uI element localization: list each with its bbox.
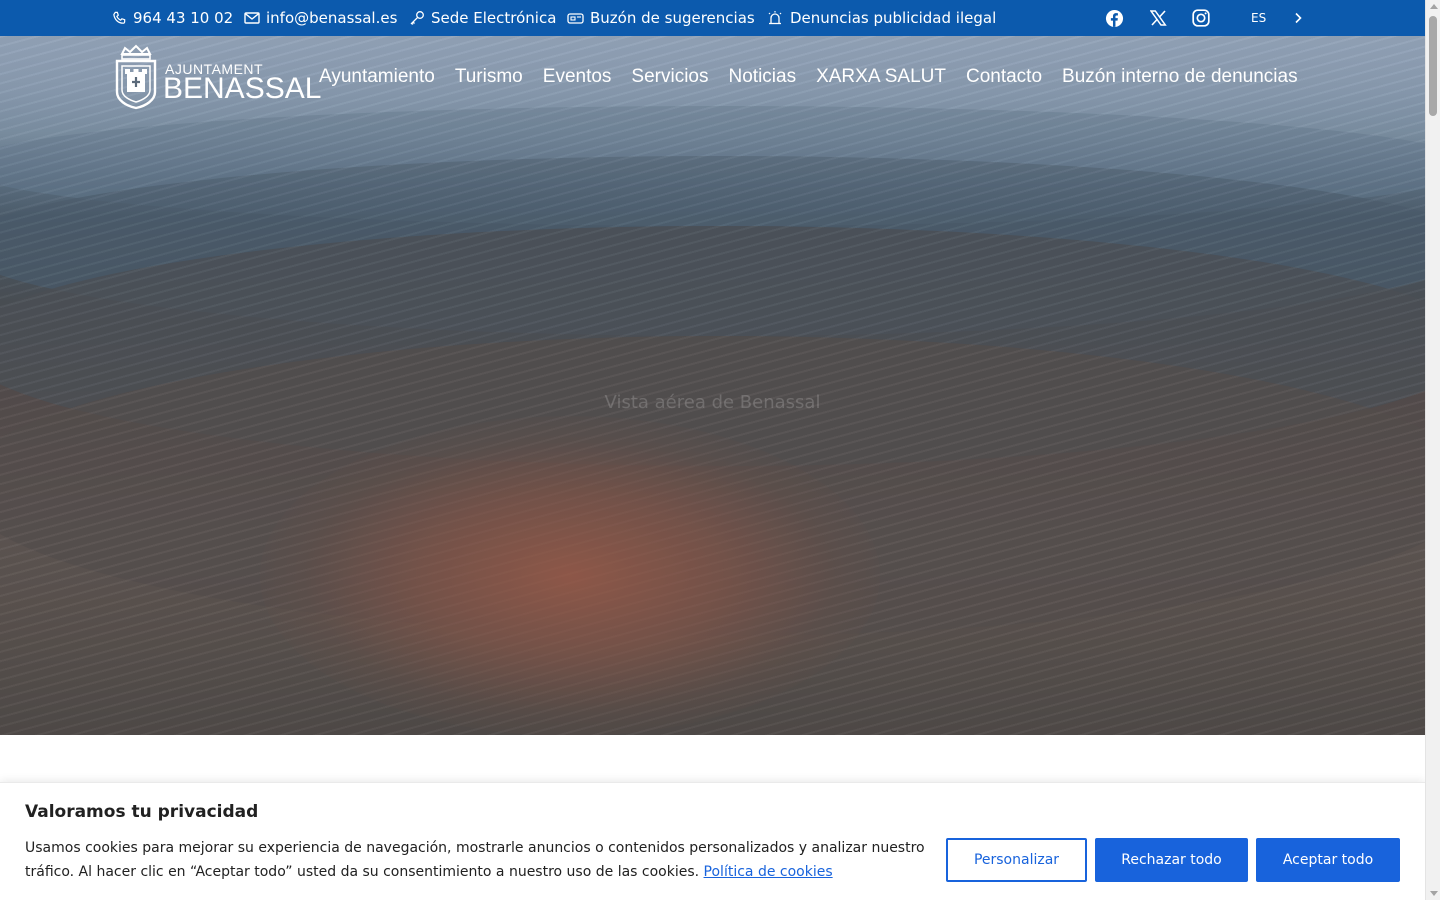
customize-button[interactable]: Personalizar <box>946 838 1087 882</box>
phone-text: 964 43 10 02 <box>133 9 234 27</box>
coat-of-arms-icon <box>115 44 157 110</box>
denuncias-text: Denuncias publicidad ilegal <box>790 9 997 27</box>
scroll-thumb[interactable] <box>1429 16 1437 116</box>
buzon-text: Buzón de sugerencias <box>590 9 755 27</box>
mailbox-icon <box>567 13 584 24</box>
cookie-description: Usamos cookies para mejorar su experienc… <box>25 836 940 884</box>
nav-item-noticias[interactable]: Noticias <box>719 62 807 92</box>
nav-item-contacto[interactable]: Contacto <box>956 62 1052 92</box>
main-navigation: Ayuntamiento Turismo Eventos Servicios N… <box>309 62 1308 92</box>
facebook-link[interactable] <box>1104 8 1124 28</box>
chevron-right-icon <box>1295 12 1302 24</box>
email-text: info@benassal.es <box>266 9 398 27</box>
key-icon <box>410 11 424 25</box>
facebook-icon <box>1105 9 1123 27</box>
scroll-down-arrow-icon[interactable] <box>1430 891 1438 896</box>
instagram-icon <box>1192 9 1210 27</box>
reject-all-button[interactable]: Rechazar todo <box>1095 838 1248 882</box>
sede-text: Sede Electrónica <box>431 9 557 27</box>
nav-item-eventos[interactable]: Eventos <box>533 62 622 92</box>
top-utility-bar: 964 43 10 02 info@benassal.es Sede Elect… <box>0 0 1425 36</box>
sede-link[interactable]: Sede Electrónica <box>409 0 556 36</box>
accept-all-button[interactable]: Aceptar todo <box>1256 838 1400 882</box>
nav-item-xarxa-salut[interactable]: XARXA SALUT <box>806 62 956 92</box>
instagram-link[interactable] <box>1191 8 1211 28</box>
logo-title: BENASSAL <box>163 72 322 105</box>
page-scrollbar[interactable] <box>1425 0 1440 900</box>
town-area <box>260 416 880 735</box>
nav-item-turismo[interactable]: Turismo <box>445 62 533 92</box>
scroll-up-arrow-icon[interactable] <box>1430 4 1438 9</box>
language-selector[interactable]: ES <box>1251 0 1266 36</box>
x-link[interactable] <box>1148 8 1168 28</box>
hero-image: Vista aérea de Benassal <box>0 36 1425 735</box>
email-link[interactable]: info@benassal.es <box>244 0 397 36</box>
mail-icon <box>244 12 260 24</box>
denuncias-link[interactable]: Denuncias publicidad ilegal <box>766 0 996 36</box>
language-next-button[interactable] <box>1293 0 1303 36</box>
nav-item-buzon-interno[interactable]: Buzón interno de denuncias <box>1052 62 1308 92</box>
cookie-policy-link[interactable]: Política de cookies <box>704 864 833 880</box>
buzon-link[interactable]: Buzón de sugerencias <box>567 0 755 36</box>
cookie-title: Valoramos tu privacidad <box>25 802 259 822</box>
phone-icon <box>113 11 126 24</box>
language-label: ES <box>1251 11 1267 25</box>
nav-item-servicios[interactable]: Servicios <box>621 62 718 92</box>
alarm-icon <box>768 11 782 25</box>
phone-link[interactable]: 964 43 10 02 <box>112 0 233 36</box>
x-icon <box>1149 10 1167 26</box>
hero-caption: Vista aérea de Benassal <box>604 392 821 413</box>
nav-item-ayuntamiento[interactable]: Ayuntamiento <box>309 62 445 92</box>
cookie-consent-banner: Valoramos tu privacidad Usamos cookies p… <box>0 782 1425 900</box>
